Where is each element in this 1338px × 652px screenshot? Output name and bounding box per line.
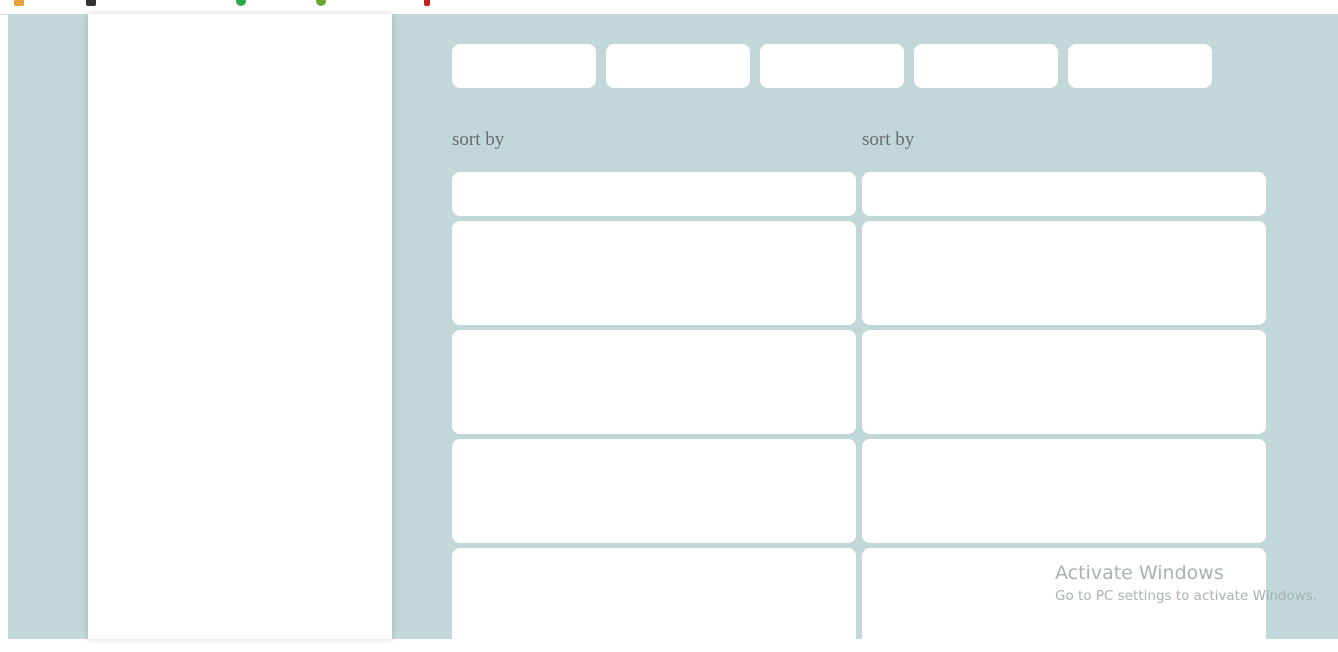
list-item-right-1[interactable]	[862, 221, 1266, 325]
filter-button-1[interactable]	[452, 44, 596, 88]
filter-button-3[interactable]	[760, 44, 904, 88]
sort-label-right: sort by	[862, 129, 915, 150]
google-icon[interactable]	[236, 0, 246, 6]
list-item-left-4[interactable]	[452, 548, 856, 652]
filter-button-5[interactable]	[1068, 44, 1212, 88]
sort-select-left[interactable]	[452, 172, 856, 216]
bookmark-icon[interactable]	[86, 0, 96, 6]
list-item-left-2[interactable]	[452, 330, 856, 434]
list-item-right-2[interactable]	[862, 330, 1266, 434]
list-item-left-1[interactable]	[452, 221, 856, 325]
sidebar-panel	[88, 14, 392, 639]
bookmark-green-icon[interactable]	[316, 0, 326, 6]
bookmark-red-icon[interactable]	[424, 0, 430, 6]
filter-button-2[interactable]	[606, 44, 750, 88]
page-background: sort by sort by	[8, 14, 1338, 652]
sort-select-right[interactable]	[862, 172, 1266, 216]
list-item-right-4[interactable]	[862, 548, 1266, 652]
list-item-left-3[interactable]	[452, 439, 856, 543]
filter-button-4[interactable]	[914, 44, 1058, 88]
list-item-right-3[interactable]	[862, 439, 1266, 543]
main-content: sort by sort by	[392, 14, 1338, 652]
apps-icon[interactable]	[14, 0, 24, 6]
sort-label-left: sort by	[452, 129, 505, 150]
bookmarks-bar	[0, 0, 1338, 15]
